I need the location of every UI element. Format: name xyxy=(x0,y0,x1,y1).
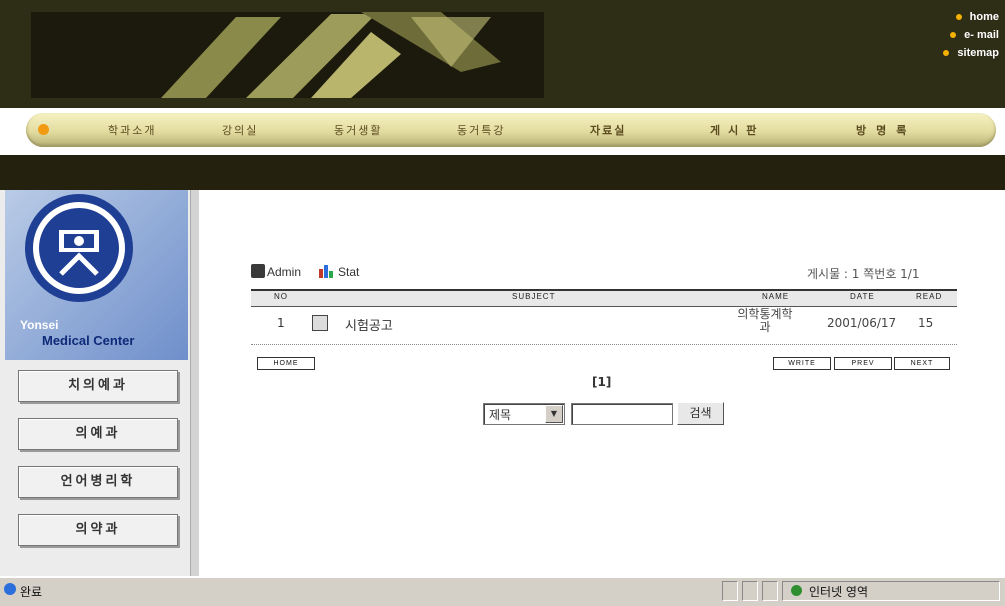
column-header-date: DATE xyxy=(850,292,875,301)
sidebar-button-speech[interactable]: 언어병리학 xyxy=(18,466,178,498)
row-no: 1 xyxy=(277,316,285,330)
row-date: 2001/06/17 xyxy=(827,316,897,330)
table-row[interactable]: 1 시험공고 의학통계학과 2001/06/17 15 xyxy=(251,306,957,342)
nav-bullet-icon xyxy=(38,124,49,135)
next-button[interactable]: NEXT xyxy=(894,357,950,370)
nav-item-special[interactable]: 동거특강 xyxy=(457,122,505,138)
dropdown-arrow-icon[interactable]: ▼ xyxy=(545,405,563,423)
search-button[interactable]: 검색 xyxy=(677,402,724,425)
email-link[interactable]: e- mail xyxy=(950,29,999,41)
sidebar-button-premed[interactable]: 의예과 xyxy=(18,418,178,450)
nav-item-board[interactable]: 게시판 xyxy=(710,122,764,138)
banner-image xyxy=(31,12,544,98)
column-header-subject: SUBJECT xyxy=(512,292,556,301)
yonsei-seal-icon xyxy=(25,194,133,302)
row-name: 의학통계학과 xyxy=(737,307,793,334)
bullet-icon xyxy=(955,14,962,21)
document-icon xyxy=(312,315,328,331)
bullet-icon xyxy=(950,32,957,39)
zone-text: 인터넷 영역 xyxy=(809,585,869,599)
nav-item-life[interactable]: 동거생활 xyxy=(334,122,382,138)
zone-cell: 인터넷 영역 xyxy=(782,581,1000,601)
row-subject[interactable]: 시험공고 xyxy=(345,315,393,334)
search-select-value: 제목 xyxy=(489,408,512,422)
status-text: 완료 xyxy=(20,585,43,599)
status-cell xyxy=(722,581,738,601)
write-button[interactable]: WRITE xyxy=(773,357,831,370)
stat-link[interactable]: Stat xyxy=(338,265,359,279)
column-header-name: NAME xyxy=(762,292,790,301)
sidebar-button-dental[interactable]: 치의예과 xyxy=(18,370,178,402)
status-cell xyxy=(762,581,778,601)
sitemap-link-label: sitemap xyxy=(957,47,999,59)
nav-item-archive[interactable]: 자료실 xyxy=(590,122,626,138)
stat-icon[interactable] xyxy=(318,263,336,279)
home-link-label: home xyxy=(969,11,999,23)
header-dark-bar xyxy=(0,155,1005,190)
nav-item-lecture[interactable]: 강의실 xyxy=(222,122,258,138)
home-link[interactable]: home xyxy=(955,11,999,23)
search-input[interactable] xyxy=(571,403,673,425)
ie-page-icon xyxy=(4,583,16,595)
main-nav xyxy=(26,113,996,147)
prev-button[interactable]: PREV xyxy=(834,357,892,370)
admin-link[interactable]: Admin xyxy=(267,265,301,279)
logo-text-line2: Medical Center xyxy=(42,333,135,348)
column-header-read: READ xyxy=(916,292,943,301)
globe-icon xyxy=(791,585,802,596)
nav-item-guestbook[interactable]: 방명록 xyxy=(856,122,916,138)
post-count: 게시물 : 1 쪽번호 1/1 xyxy=(807,267,920,281)
pagination[interactable]: [1] xyxy=(592,375,611,389)
nav-item-about[interactable]: 학과소개 xyxy=(108,122,156,138)
home-button[interactable]: HOME xyxy=(257,357,315,370)
email-link-label: e- mail xyxy=(964,29,999,41)
sidebar-divider xyxy=(190,190,199,576)
column-header-no: NO xyxy=(274,292,288,301)
admin-icon[interactable] xyxy=(251,264,265,278)
sitemap-link[interactable]: sitemap xyxy=(943,47,999,59)
row-read: 15 xyxy=(918,316,934,330)
logo-text-line1: Yonsei xyxy=(20,318,59,332)
sidebar-button-pharmacy[interactable]: 의약과 xyxy=(18,514,178,546)
status-cell xyxy=(742,581,758,601)
search-field-select[interactable]: 제목 ▼ xyxy=(483,403,565,425)
row-divider xyxy=(251,344,957,345)
bullet-icon xyxy=(943,50,950,57)
logo-panel[interactable]: Yonsei Medical Center xyxy=(5,190,188,360)
